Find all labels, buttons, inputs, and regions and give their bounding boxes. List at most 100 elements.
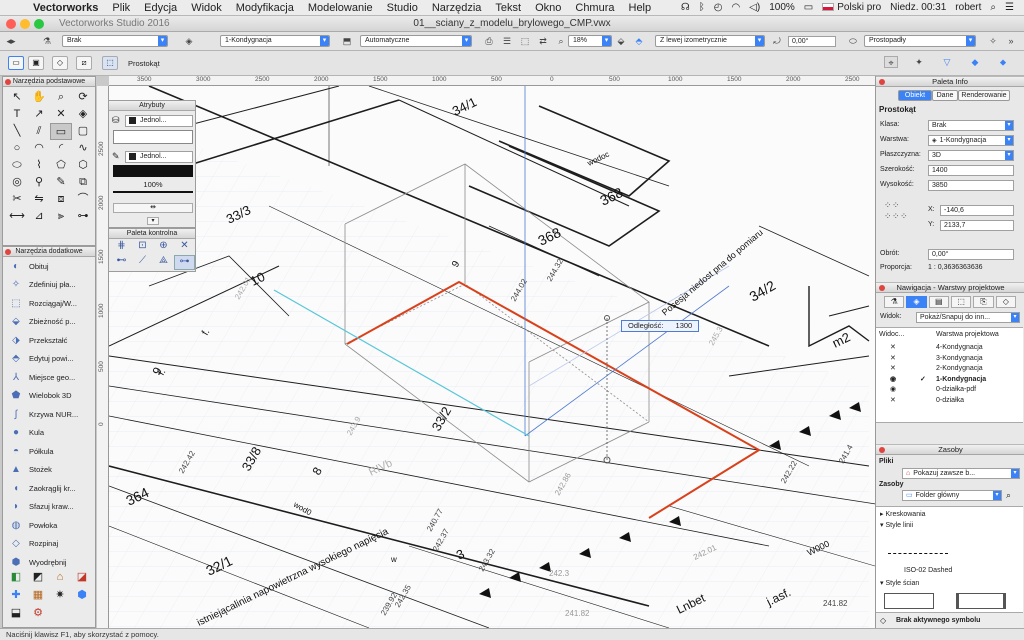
menu-edycja[interactable]: Edycja [137, 2, 184, 14]
connect-icon[interactable]: ⊶ [72, 208, 94, 225]
arc-icon[interactable]: ◠ [28, 140, 50, 157]
nav-views-icon[interactable]: ⬚ [950, 296, 972, 308]
oval-icon[interactable]: ⬭ [6, 157, 28, 174]
input-source[interactable]: Polski pro [822, 2, 881, 13]
extra-tool-item[interactable]: ◓ Półkula [3, 442, 95, 461]
toolset-walls-icon[interactable]: ⬓ [5, 605, 27, 623]
volume-icon[interactable]: ◁) [749, 2, 760, 13]
rectangle-tool-icon[interactable]: ⬚ [102, 56, 118, 70]
layer-dropdown[interactable]: 1-Kondygnacja [220, 35, 330, 47]
plane-mode-icon[interactable]: ▽ [940, 56, 954, 68]
group-hatches[interactable]: ▸ Kreskowania [880, 510, 926, 518]
more-icon[interactable]: » [1004, 35, 1018, 47]
layer-row[interactable]: ✕ 0-działka [876, 396, 1023, 407]
notification-icon[interactable]: ☰ [1005, 2, 1014, 13]
line-ends[interactable]: ⇹ [113, 203, 193, 213]
group-line-styles[interactable]: ▾ Style linii [880, 521, 913, 529]
nav-sheets-icon[interactable]: ▤ [928, 296, 949, 308]
menu-tekst[interactable]: Tekst [488, 2, 528, 14]
menu-app-name[interactable]: Vectorworks [26, 2, 105, 14]
extra-tool-item[interactable]: ▲ Stożek [3, 461, 95, 480]
dimension-value[interactable]: 1300 [676, 321, 693, 330]
extra-tool-item[interactable]: ⬚ Rozciągaj/W... [3, 294, 95, 313]
menu-narzedzia[interactable]: Narzędzia [425, 2, 489, 14]
folder-dropdown[interactable]: ▭ Folder główny [902, 490, 1002, 501]
class-icon[interactable]: ⚗ [40, 35, 54, 47]
snap-header[interactable]: Paleta kontrolna [109, 229, 195, 239]
double-line-icon[interactable]: ⫽ [28, 123, 50, 140]
extra-tool-item[interactable]: ⬙ Zbieżność p... [3, 313, 95, 332]
extra-tool-item[interactable]: ◗ Sfazuj kraw... [3, 498, 95, 517]
offset-icon[interactable]: ⧈ [50, 191, 72, 208]
headphones-icon[interactable]: ☊ [681, 2, 690, 13]
attribute-icon[interactable]: ⧉ [72, 174, 94, 191]
line-icon[interactable]: ╲ [6, 123, 28, 140]
mode-rect-3pt[interactable]: ⧄ [76, 56, 92, 70]
flip-icon[interactable]: ⇄ [536, 35, 550, 47]
zoom-icon[interactable]: ⌕ [50, 89, 72, 106]
extra-tool-item[interactable]: ⅄ Miejsce geo... [3, 368, 95, 387]
fill-preview[interactable] [113, 130, 193, 144]
layer-plane-icon[interactable]: ◆ [968, 56, 982, 68]
spiral-icon[interactable]: ◎ [6, 174, 28, 191]
toolset-furniture-icon[interactable]: ▦ [27, 587, 49, 605]
toolset-site-icon[interactable]: ✚ [5, 587, 27, 605]
quarter-arc-icon[interactable]: ◜ [50, 140, 72, 157]
hidden-icon[interactable]: ✕ [890, 396, 896, 406]
close-palette-icon[interactable] [879, 79, 885, 85]
class-dropdown[interactable]: Brak [928, 120, 1014, 131]
layer-row[interactable]: ◉ ✓ 1-Kondygnacja [876, 375, 1023, 386]
resources-header[interactable]: Zasoby [876, 444, 1024, 455]
extra-tool-item[interactable]: ◖ Zaokrąglij kr... [3, 479, 95, 498]
extra-tool-item[interactable]: ● Kula [3, 424, 95, 443]
nav-refs-icon[interactable]: ⎘ [973, 296, 994, 308]
projection-icon[interactable]: ⬭ [846, 35, 860, 47]
visible-icon[interactable]: ◉ [890, 385, 896, 395]
class-dropdown[interactable]: Brak [62, 35, 168, 47]
snap-grid-icon[interactable]: ⋕ [111, 240, 132, 255]
freehand-icon[interactable]: ∿ [72, 140, 94, 157]
battery-percent[interactable]: 100% [769, 2, 795, 13]
attributes-header[interactable]: Atrybuty [109, 101, 195, 111]
angle-field[interactable]: 0,00° [788, 36, 836, 47]
line-weight[interactable] [113, 191, 193, 199]
toolset-building-icon[interactable]: ⌂ [49, 569, 71, 587]
toolset-3d-icon[interactable]: ⬢ [71, 587, 93, 605]
cube-view-icon[interactable]: ⬙ [614, 35, 628, 47]
line-style-preview[interactable] [888, 553, 948, 554]
hidden-icon[interactable]: ✕ [890, 343, 896, 353]
nav-view-dropdown[interactable]: Pokaż/Snapuj do inn... [916, 312, 1020, 323]
extra-tool-item[interactable]: ∫ Krzywa NUR... [3, 405, 95, 424]
toolset-basic-icon[interactable]: ◧ [5, 569, 27, 587]
toolset-mech-icon[interactable]: ⚙ [27, 605, 49, 623]
pen-preview[interactable] [113, 165, 193, 177]
rotate-plane-icon[interactable]: ⤾ [770, 35, 784, 47]
tab-renderowanie[interactable]: Renderowanie [958, 90, 1010, 101]
hand-icon[interactable]: ✋ [28, 89, 50, 106]
drawing-svg[interactable]: 34/1 368 368 33/3 10 34/2 33/2 33/8 364 … [109, 86, 875, 628]
fill-style-dropdown[interactable]: Jednol... [125, 115, 193, 127]
eyedropper-icon[interactable]: ⚲ [28, 174, 50, 191]
snap-tangent-icon[interactable]: ⟋ [132, 255, 153, 270]
extra-tool-item[interactable]: ◇ Rozpinaj [3, 535, 95, 554]
menu-modelowanie[interactable]: Modelowanie [301, 2, 380, 14]
tab-dane[interactable]: Dane [932, 90, 958, 101]
height-field[interactable]: 3850 [928, 180, 1014, 191]
double-polygon-icon[interactable]: ⬡ [72, 157, 94, 174]
working-plane-icon[interactable]: ✦ [912, 56, 926, 68]
split-icon[interactable]: ⫸ [50, 208, 72, 225]
snap-object-icon[interactable]: ⊡ [132, 240, 153, 255]
timemachine-icon[interactable]: ◴ [714, 2, 723, 13]
rectangle-icon[interactable]: ▭ [50, 123, 72, 140]
visible-icon[interactable]: ◉ [890, 375, 896, 385]
close-palette-icon[interactable] [5, 249, 11, 255]
text-icon[interactable]: T [6, 106, 28, 123]
render-icon[interactable]: ⬒ [340, 35, 354, 47]
rotation-field[interactable]: 0,00° [928, 249, 1014, 260]
plane-dropdown[interactable]: 3D [928, 150, 1014, 161]
view-dropdown[interactable]: Z lewej izometrycznie [655, 35, 765, 47]
mode-rect-center[interactable]: ▣ [28, 56, 44, 70]
light-icon[interactable]: ✧ [986, 35, 1000, 47]
user-name[interactable]: robert [955, 2, 981, 13]
toolset-detail-icon[interactable]: ◪ [71, 569, 93, 587]
